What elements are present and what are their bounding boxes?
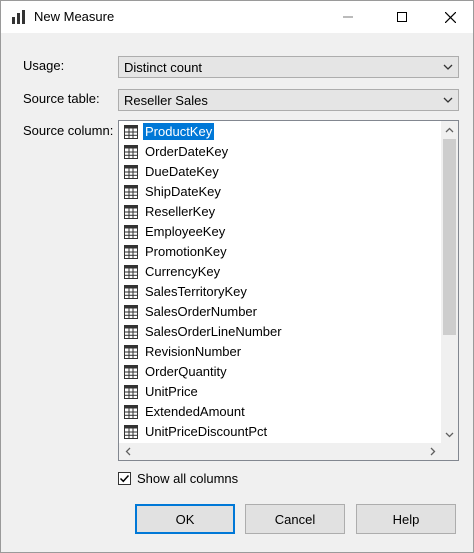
chevron-down-icon <box>445 432 454 437</box>
show-all-columns-checkbox[interactable]: Show all columns <box>118 471 238 486</box>
column-item-label: PromotionKey <box>145 244 227 259</box>
usage-label: Usage: <box>23 58 65 73</box>
source-table-dropdown[interactable]: Reseller Sales <box>118 89 459 111</box>
scroll-right-button[interactable] <box>424 443 441 460</box>
column-list-item[interactable]: SalesTerritoryKey <box>123 282 249 301</box>
table-column-icon <box>124 164 138 179</box>
table-column-icon <box>124 124 138 139</box>
horizontal-scrollbar[interactable] <box>119 443 441 460</box>
cancel-button[interactable]: Cancel <box>245 504 345 534</box>
usage-value: Distinct count <box>124 60 203 75</box>
minimize-button[interactable] <box>325 1 371 33</box>
scroll-up-button[interactable] <box>441 121 458 138</box>
maximize-icon <box>397 12 407 22</box>
table-column-icon <box>124 304 138 319</box>
column-list-item[interactable]: PromotionKey <box>123 242 229 261</box>
table-column-icon <box>124 404 138 419</box>
minimize-icon <box>343 16 353 18</box>
source-table-value: Reseller Sales <box>124 93 208 108</box>
chevron-left-icon <box>125 447 130 456</box>
maximize-button[interactable] <box>379 1 425 33</box>
show-all-columns-label: Show all columns <box>137 471 239 486</box>
column-item-label: CurrencyKey <box>145 264 221 279</box>
column-item-label: DueDateKey <box>145 164 219 179</box>
column-list-item[interactable]: ExtendedAmount <box>123 402 247 421</box>
column-list-item[interactable]: ShipDateKey <box>123 182 223 201</box>
table-column-icon <box>124 224 138 239</box>
table-column-icon <box>124 384 138 399</box>
column-item-label: UnitPriceDiscountPct <box>145 424 268 439</box>
column-list-item[interactable]: CurrencyKey <box>123 262 222 281</box>
checkbox-box[interactable] <box>118 472 131 485</box>
chevron-down-icon <box>443 64 453 70</box>
help-button[interactable]: Help <box>356 504 456 534</box>
close-button[interactable] <box>427 1 473 33</box>
table-column-icon <box>124 184 138 199</box>
scroll-down-button[interactable] <box>441 426 458 443</box>
table-column-icon <box>124 144 138 159</box>
table-column-icon <box>124 244 138 259</box>
column-item-label: ResellerKey <box>145 204 216 219</box>
dialog-title: New Measure <box>34 9 115 24</box>
column-item-label: ExtendedAmount <box>145 404 245 419</box>
checkmark-icon <box>119 474 130 483</box>
ok-button[interactable]: OK <box>135 504 235 534</box>
column-item-label: OrderDateKey <box>145 144 229 159</box>
column-item-label: OrderQuantity <box>145 364 227 379</box>
column-item-label: ShipDateKey <box>145 184 221 199</box>
table-column-icon <box>124 284 138 299</box>
table-column-icon <box>124 364 138 379</box>
column-item-label: ProductKey <box>141 122 216 141</box>
chevron-up-icon <box>445 127 454 132</box>
column-items: ProductKey OrderDateKey DueDateKey ShipDate… <box>119 121 437 443</box>
source-table-label: Source table: <box>23 91 100 106</box>
column-list-item[interactable]: RevisionNumber <box>123 342 243 361</box>
new-measure-dialog: New Measure Usage: Distinct count Source… <box>0 0 474 553</box>
column-item-label: SalesOrderNumber <box>145 304 257 319</box>
table-column-icon <box>124 264 138 279</box>
title-bar[interactable]: New Measure <box>1 1 473 33</box>
table-column-icon <box>124 344 138 359</box>
column-list-item[interactable]: ProductKey <box>123 122 216 141</box>
column-item-label: UnitPrice <box>145 384 198 399</box>
column-list-item[interactable]: UnitPrice <box>123 382 200 401</box>
measure-bar-chart-icon <box>12 10 25 24</box>
scrollbar-corner <box>441 443 458 460</box>
column-list-item[interactable]: OrderQuantity <box>123 362 229 381</box>
column-item-label: SalesOrderLineNumber <box>145 324 282 339</box>
table-column-icon <box>124 204 138 219</box>
column-list-item[interactable]: DueDateKey <box>123 162 221 181</box>
column-list-item[interactable]: SalesOrderNumber <box>123 302 259 321</box>
chevron-down-icon <box>443 97 453 103</box>
column-list-item[interactable]: SalesOrderLineNumber <box>123 322 284 341</box>
scroll-left-button[interactable] <box>119 443 136 460</box>
chevron-right-icon <box>430 447 435 456</box>
column-list-item[interactable]: ResellerKey <box>123 202 217 221</box>
column-item-label: RevisionNumber <box>145 344 242 359</box>
table-column-icon <box>124 424 138 439</box>
usage-dropdown[interactable]: Distinct count <box>118 56 459 78</box>
column-list-item[interactable]: EmployeeKey <box>123 222 227 241</box>
column-item-label: SalesTerritoryKey <box>145 284 247 299</box>
close-icon <box>444 11 456 23</box>
source-column-label: Source column: <box>23 123 114 138</box>
source-column-list[interactable]: ProductKey OrderDateKey DueDateKey ShipDate… <box>118 120 459 461</box>
column-list-item[interactable]: OrderDateKey <box>123 142 230 161</box>
vertical-scroll-thumb[interactable] <box>443 139 456 335</box>
column-list-item[interactable]: UnitPriceDiscountPct <box>123 422 269 441</box>
column-item-label: EmployeeKey <box>145 224 226 239</box>
table-column-icon <box>124 324 138 339</box>
vertical-scrollbar[interactable] <box>441 121 458 443</box>
